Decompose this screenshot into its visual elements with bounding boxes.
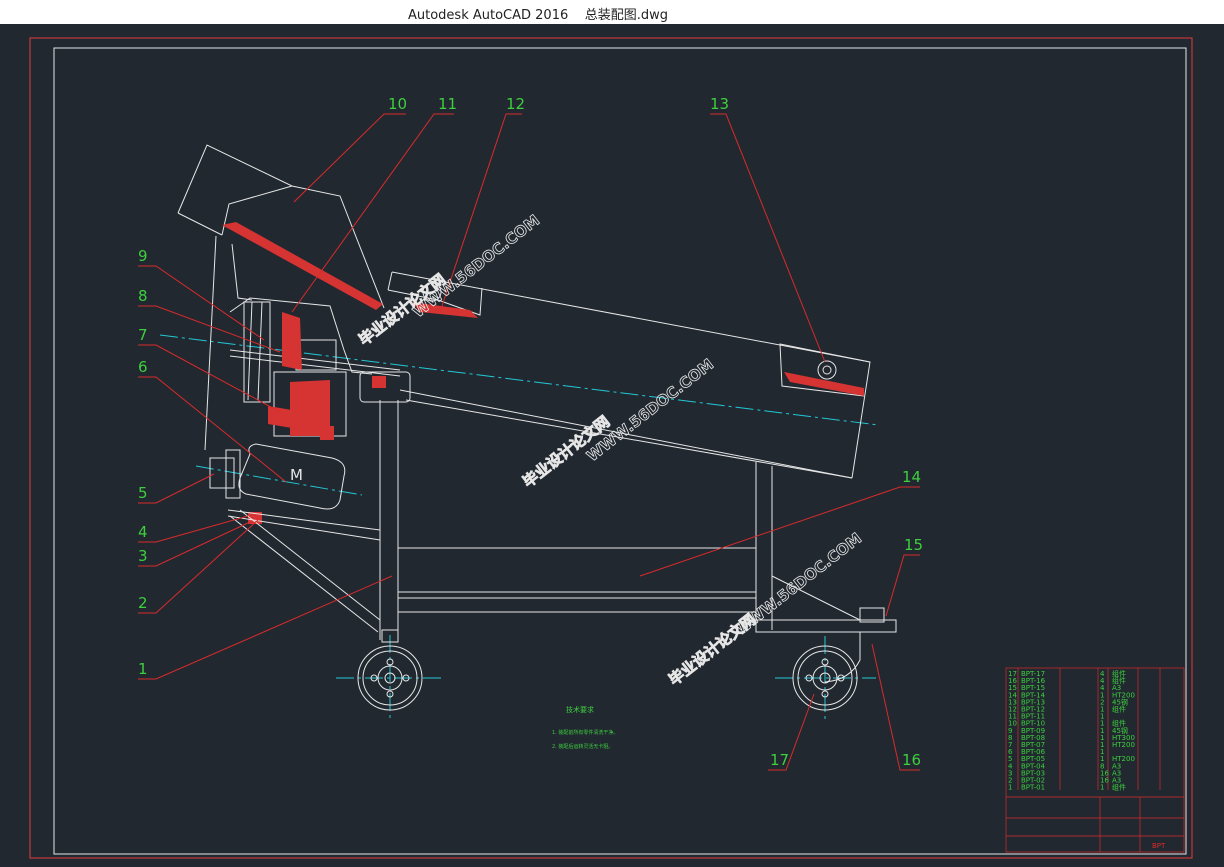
tech-req-line2: 2. 装配后运转灵活无卡阻。 [552, 743, 613, 750]
tech-requirements: 技术要求 1. 装配前所有零件清洗干净。 2. 装配后运转灵活无卡阻。 [552, 705, 618, 750]
tech-req-title: 技术要求 [566, 705, 594, 714]
balloon-1: 1 [138, 660, 148, 678]
watermark-site-3: 毕业设计论文网 [665, 610, 759, 689]
motor-label: M [290, 466, 303, 484]
outlet-bearing-inner [822, 365, 832, 375]
bom-cell-mat: 组件 [1112, 705, 1126, 714]
balloon-9: 9 [138, 247, 148, 265]
cad-drawing: M 1 2 3 4 5 6 7 8 9 10 11 12 13 14 15 16… [29, 37, 1193, 859]
support-frame [227, 400, 897, 683]
drawing-number: BPT [1152, 842, 1166, 850]
centerlines [159, 334, 879, 722]
title-bar: Autodesk AutoCAD 2016 总装配图.dwg [0, 0, 1224, 24]
bom-cell-no: 1 [1008, 784, 1012, 792]
window-title: Autodesk AutoCAD 2016 总装配图.dwg [408, 4, 668, 23]
inner-frame [53, 47, 1187, 855]
feed-hopper [177, 144, 385, 451]
balloon-6: 6 [138, 358, 148, 376]
balloon-10: 10 [388, 95, 407, 113]
balloon-5: 5 [138, 484, 148, 502]
balloon-8: 8 [138, 287, 148, 305]
bom-cell-qty: 1 [1100, 784, 1104, 792]
flange-hatch [268, 406, 292, 428]
watermark-domain-1: WWW.56DOC.COM [409, 211, 543, 321]
balloon-11: 11 [438, 95, 457, 113]
bom-cell-code: BPT-01 [1021, 784, 1045, 792]
motor [209, 443, 346, 510]
bom-rows: 17 BPT-17 4 组件16 BPT-16 4 组件15 BPT-15 4 A314 BPT-1… [1008, 669, 1135, 792]
drawing-canvas[interactable]: M 1 2 3 4 5 6 7 8 9 10 11 12 13 14 15 16… [0, 24, 1224, 863]
tech-req-line1: 1. 装配前所有零件清洗干净。 [552, 729, 618, 736]
balloon-2: 2 [138, 594, 148, 612]
bearing-seat-hatch [282, 312, 302, 370]
watermarks: WWW.56DOC.COM 毕业设计论文网 WWW.56DOC.COM 毕业设计… [355, 211, 865, 690]
bom-cell-mat: HT200 [1112, 741, 1135, 749]
balloon-16: 16 [902, 751, 921, 769]
watermark-domain-2: WWW.56DOC.COM [583, 355, 717, 465]
balloon-3: 3 [138, 547, 148, 565]
balloon-13: 13 [710, 95, 729, 113]
balloon-4: 4 [138, 523, 148, 541]
outlet-bearing [817, 360, 837, 380]
nut-hatch [320, 426, 334, 440]
balloon-15: 15 [904, 536, 923, 554]
balloon-7: 7 [138, 326, 148, 344]
bom-cell-mat: 组件 [1112, 783, 1126, 792]
balloon-14: 14 [902, 468, 921, 486]
app-name: Autodesk AutoCAD 2016 [408, 8, 569, 23]
outlet-hatch [784, 372, 864, 396]
file-name: 总装配图.dwg [584, 8, 669, 23]
balloon-12: 12 [506, 95, 525, 113]
balloon-17: 17 [770, 751, 789, 769]
bolt-hatch [372, 376, 386, 388]
